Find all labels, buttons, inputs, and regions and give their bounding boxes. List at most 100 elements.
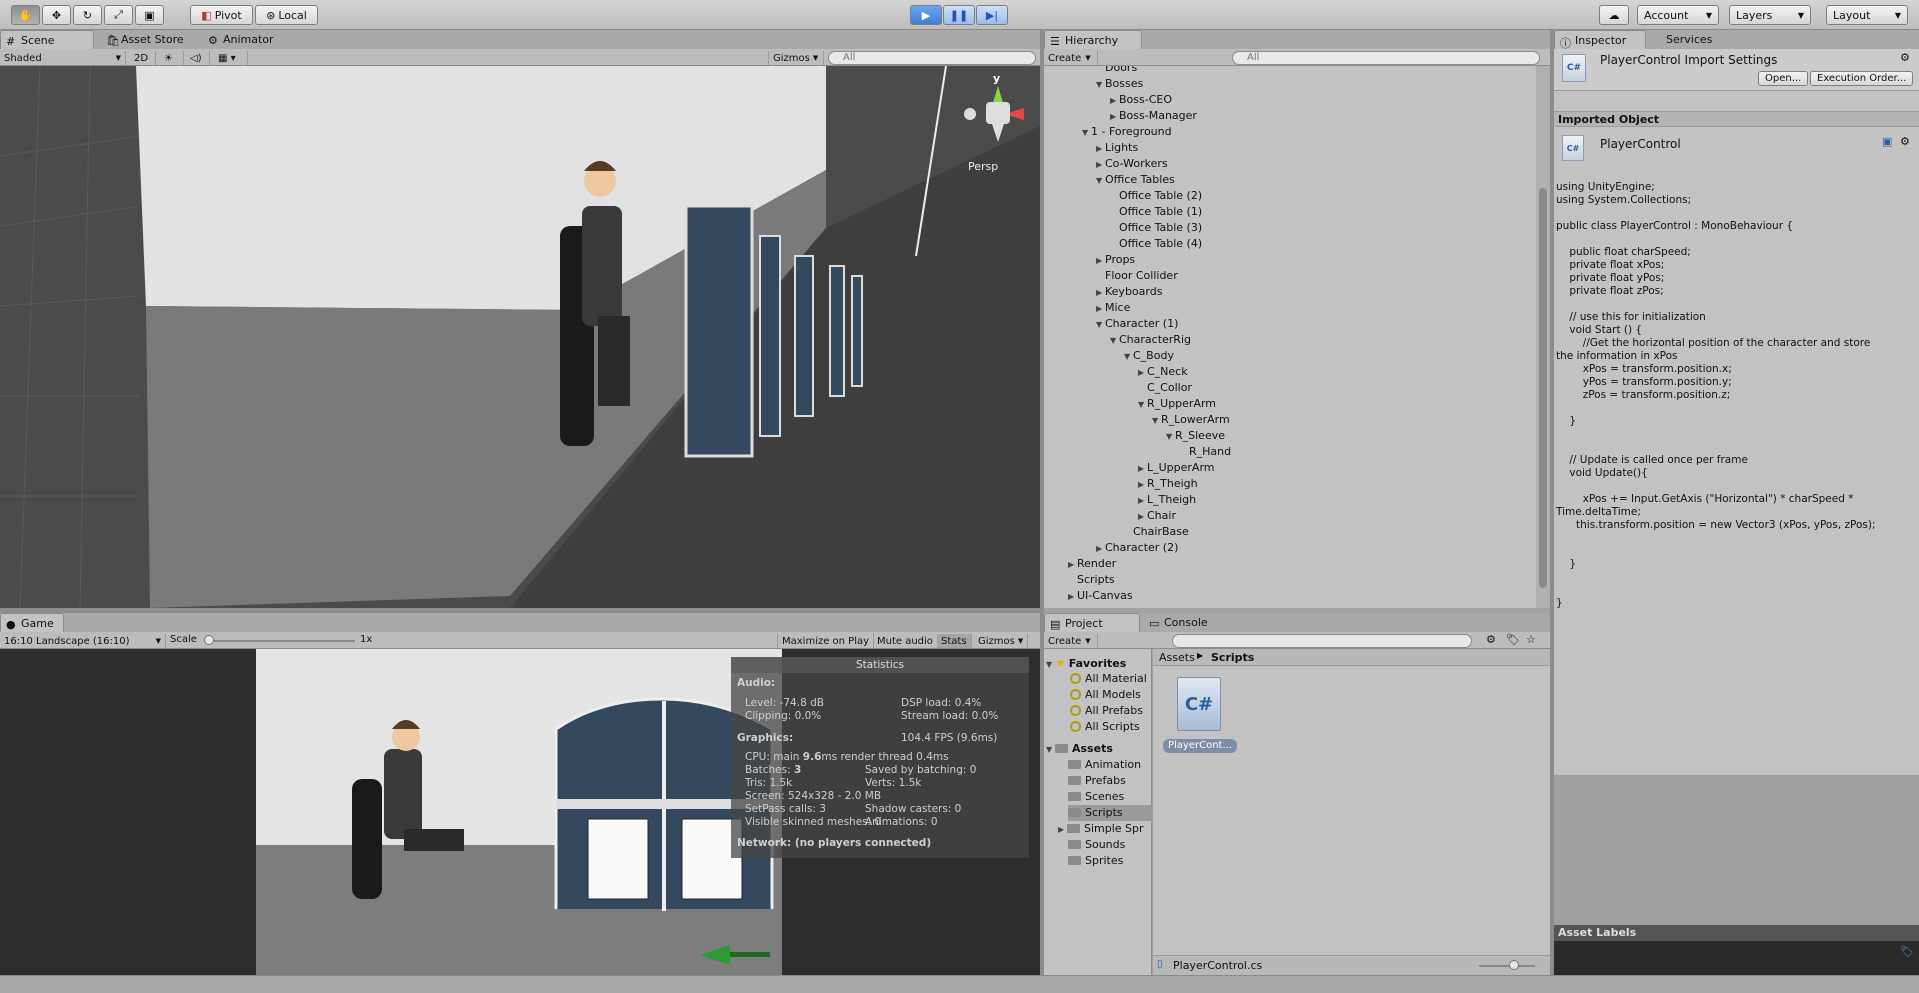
shading-mode-dropdown[interactable]: Shaded ▼ [0,51,126,65]
layers-dropdown[interactable]: Layers ▼ [1729,5,1811,25]
collapse-arrow-icon[interactable]: ▼ [1124,349,1133,365]
step-button[interactable]: ▶| [976,5,1008,25]
lighting-toggle[interactable]: ☀ [160,51,184,65]
hierarchy-row[interactable]: Scripts [1068,572,1115,588]
cloud-button[interactable]: ☁ [1599,5,1629,25]
asset-folder-item[interactable]: Scripts [1068,805,1152,821]
project-folder-tree[interactable]: ▼ ★ Favorites All Material All Models All Pr… [1044,649,1152,975]
hand-tool-button[interactable]: ✋ [11,5,40,25]
tag-icon[interactable]: 🏷 [1900,945,1914,958]
hierarchy-row[interactable]: ▼ Character (1) [1096,316,1178,332]
breadcrumb-scripts[interactable]: Scripts [1211,651,1254,664]
scene-search-input[interactable]: All [828,51,1036,65]
hierarchy-row[interactable]: ▶ Boss-Manager [1110,108,1197,124]
expand-arrow-icon[interactable]: ▶ [1096,541,1105,557]
local-button[interactable]: ⊛ Local [255,5,318,25]
hierarchy-row[interactable]: ▶ C_Neck [1138,364,1188,380]
hierarchy-row[interactable]: ▶ Boss-CEO [1110,92,1172,108]
favorite-item[interactable]: All Prefabs [1070,703,1143,719]
hierarchy-row[interactable]: Office Table (1) [1110,204,1202,220]
maximize-on-play-toggle[interactable]: Maximize on Play [777,634,875,648]
collapse-arrow-icon[interactable]: ▼ [1096,77,1105,93]
play-button[interactable]: ▶ [910,5,942,25]
mute-audio-toggle[interactable]: Mute audio [873,634,938,648]
hierarchy-row[interactable]: ▶ Character (2) [1096,540,1178,556]
stats-toggle[interactable]: Stats [937,634,972,648]
collapse-arrow-icon[interactable]: ▼ [1082,125,1091,141]
game-gizmos-dropdown[interactable]: Gizmos ▼ [974,634,1029,648]
asset-folder-item[interactable]: Sounds [1068,837,1125,853]
star-filter-icon[interactable]: ☆ [1526,633,1536,646]
scene-viewport[interactable]: y Persp [0,66,1040,608]
hierarchy-row[interactable]: ▶ Render [1068,556,1116,572]
hierarchy-row[interactable]: ▶ UI-Canvas [1068,588,1133,604]
hierarchy-row[interactable]: ▼ Office Tables [1096,172,1175,188]
project-search-input[interactable] [1172,634,1472,648]
hierarchy-row[interactable]: ▼ 1 - Foreground [1082,124,1172,140]
scene-gizmos-dropdown[interactable]: Gizmos ▼ [768,51,824,65]
expand-arrow-icon[interactable]: ▶ [1110,93,1119,109]
effects-dropdown[interactable]: ▦ ▾ [214,51,248,65]
settings-gear-icon[interactable]: ⚙ [1900,51,1910,64]
hierarchy-row[interactable]: ▶ Lights [1096,140,1138,156]
layout-dropdown[interactable]: Layout ▼ [1826,5,1908,25]
collapse-arrow-icon[interactable]: ▼ [1152,413,1161,429]
project-create-dropdown[interactable]: Create ▼ [1044,634,1098,648]
rect-tool-button[interactable]: ▣ [135,5,164,25]
tab-inspector[interactable]: ⓘ Inspector [1554,30,1646,50]
hierarchy-row[interactable]: ▼ R_UpperArm [1138,396,1216,412]
csharp-file-icon[interactable]: C# [1177,677,1221,731]
expand-arrow-icon[interactable]: ▶ [1096,301,1105,317]
tab-scene[interactable]: # Scene [0,30,94,49]
hierarchy-row[interactable]: ▼ Bosses [1096,76,1143,92]
component-gear-icon[interactable]: ⚙ [1900,135,1910,148]
2d-toggle[interactable]: 2D [130,51,156,65]
hierarchy-tree[interactable]: Doors ▼ Bosses ▶ Boss-CEO ▶ Boss-Manager ▼ 1 - F… [1044,66,1536,608]
hierarchy-row[interactable]: ▶ Mice [1096,300,1130,316]
assets-root-row[interactable]: ▼ Assets [1046,741,1113,757]
favorites-row[interactable]: ▼ ★ Favorites [1046,655,1126,671]
tab-console[interactable]: ▭ Console [1144,613,1214,632]
account-dropdown[interactable]: Account ▼ [1637,5,1719,25]
asset-folder-item[interactable]: Prefabs [1068,773,1126,789]
hierarchy-row[interactable]: ▶ Co-Workers [1096,156,1168,172]
hierarchy-search-input[interactable]: All [1232,51,1540,65]
icon-size-slider-track[interactable] [1479,965,1535,967]
expand-arrow-icon[interactable]: ▶ [1058,822,1067,838]
execution-order-button[interactable]: Execution Order... [1810,71,1914,86]
playercontrol-file-label[interactable]: PlayerCont... [1163,739,1237,753]
expand-arrow-icon[interactable]: ▶ [1138,365,1147,381]
expand-arrow-icon[interactable]: ▶ [1138,509,1147,525]
aspect-ratio-dropdown[interactable]: 16:10 Landscape (16:10) ▼ [0,634,166,648]
collapse-arrow-icon[interactable]: ▼ [1138,397,1147,413]
hierarchy-row[interactable]: ▶ Chair [1138,508,1176,524]
filter-type-icon[interactable]: ⚙ [1486,633,1496,646]
open-button[interactable]: Open... [1758,71,1809,86]
hierarchy-row[interactable]: ▶ Props [1096,252,1135,268]
hierarchy-row[interactable]: ▼ CharacterRig [1110,332,1191,348]
filter-label-icon[interactable]: 🏷 [1506,633,1520,646]
hierarchy-row[interactable]: Doors [1096,66,1137,76]
collapse-arrow-icon[interactable]: ▼ [1096,317,1105,333]
expand-arrow-icon[interactable]: ▶ [1138,461,1147,477]
hierarchy-scroll-thumb[interactable] [1539,188,1547,588]
expand-arrow-icon[interactable]: ▶ [1096,253,1105,269]
expand-arrow-icon[interactable]: ▶ [1068,589,1077,605]
tab-game[interactable]: ● Game [0,613,64,632]
favorite-item[interactable]: All Material [1070,671,1147,687]
hierarchy-create-dropdown[interactable]: Create ▼ [1044,51,1098,65]
hierarchy-row[interactable]: R_Hand [1180,444,1231,460]
breadcrumb-assets[interactable]: Assets [1159,651,1195,664]
audio-toggle[interactable]: ◁) [186,51,210,65]
expand-arrow-icon[interactable]: ▶ [1096,157,1105,173]
hierarchy-row[interactable]: Office Table (2) [1110,188,1202,204]
expand-arrow-icon[interactable]: ▶ [1068,557,1077,573]
scale-slider-track[interactable] [205,640,355,642]
hierarchy-row[interactable]: ▼ R_Sleeve [1166,428,1225,444]
tab-project[interactable]: ▤ Project [1044,613,1140,632]
hierarchy-row[interactable]: ▶ L_UpperArm [1138,460,1215,476]
tab-services[interactable]: Services [1646,30,1718,49]
asset-folder-item[interactable]: Scenes [1068,789,1124,805]
favorite-item[interactable]: All Models [1070,687,1141,703]
help-book-icon[interactable]: ▣ [1882,135,1892,148]
